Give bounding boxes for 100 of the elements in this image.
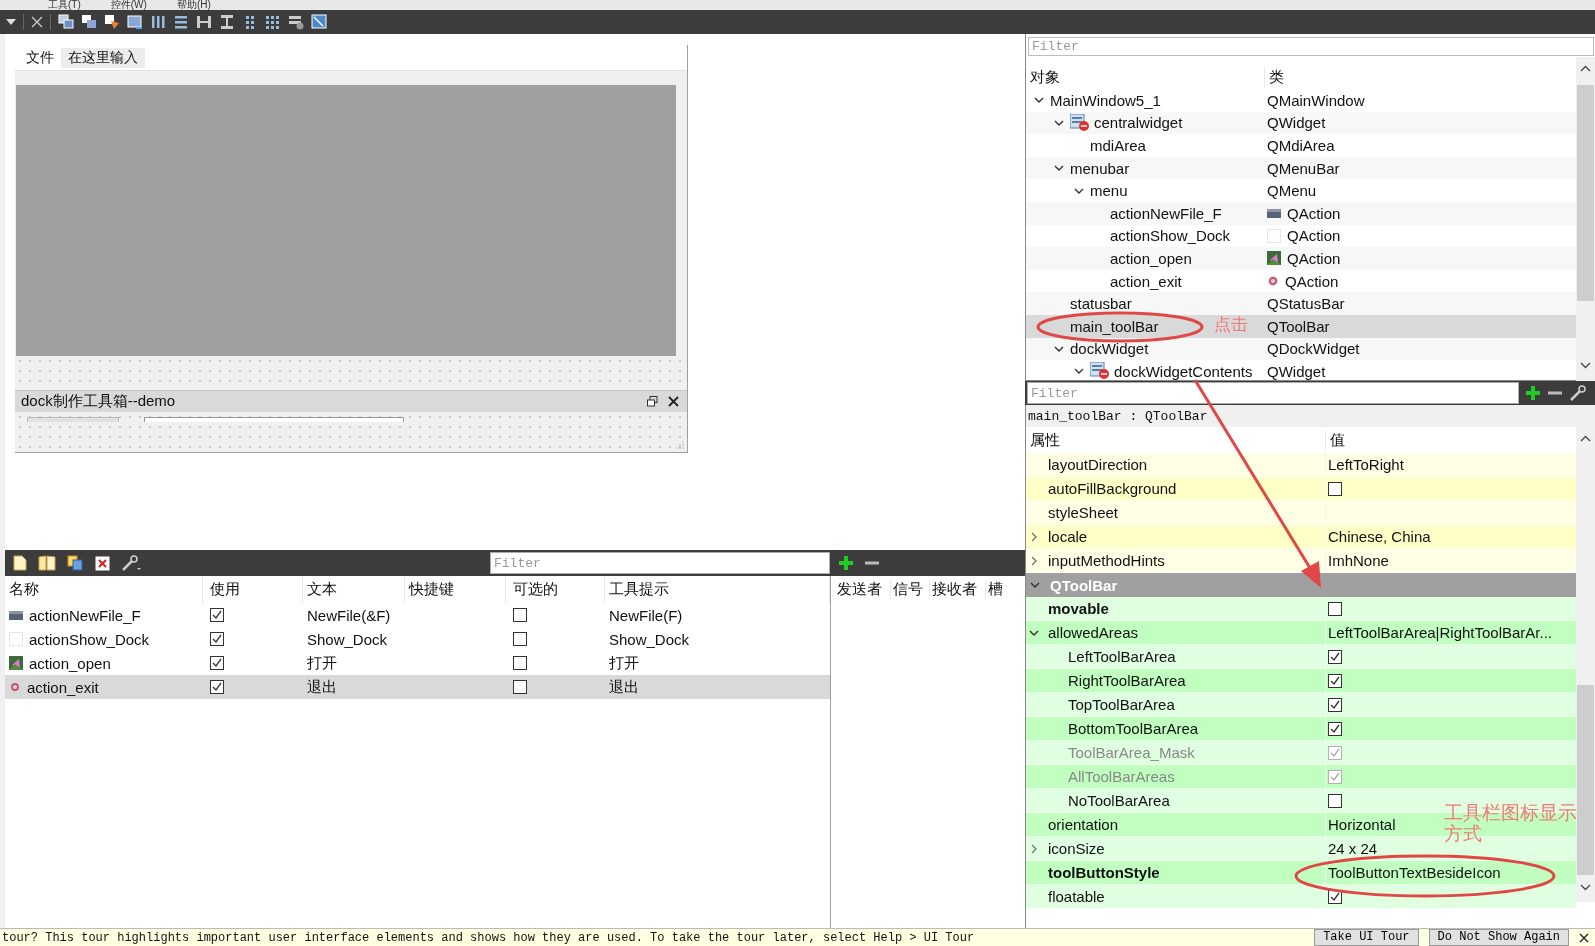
table-row[interactable]: actionShow_Dock Show_Dock Show_Dock (5, 627, 830, 651)
tree-row[interactable]: MainWindow5_1 QMainWindow (1026, 89, 1576, 112)
column-header[interactable]: 快捷键 (405, 576, 506, 603)
column-header[interactable]: 名称 (5, 576, 203, 603)
column-header[interactable]: 接收者 (930, 580, 986, 599)
filter-field[interactable]: Filter (1027, 382, 1519, 404)
property-value[interactable]: Horizontal (1328, 816, 1396, 833)
checkbox[interactable] (1328, 481, 1342, 496)
tree-row[interactable]: action_open QAction (1026, 247, 1576, 270)
wrench-icon[interactable] (121, 555, 141, 571)
tree-row[interactable]: menu QMenu (1026, 179, 1576, 202)
plus-icon[interactable] (838, 555, 854, 571)
property-value[interactable]: LeftToolBarArea|RightToolBarAr... (1328, 624, 1552, 641)
chevron-right-icon[interactable] (1029, 555, 1039, 566)
rows-icon[interactable] (173, 14, 189, 30)
tree-row[interactable]: mdiArea QMdiArea (1026, 134, 1576, 157)
column-header[interactable]: 可选的 (506, 576, 605, 603)
close-icon[interactable] (1579, 932, 1589, 943)
chevron-right-icon[interactable] (1029, 843, 1039, 854)
class-name: QWidget (1267, 362, 1326, 380)
table-cell: 退出 (609, 677, 639, 697)
new-page-icon[interactable] (13, 555, 27, 571)
windows-icon[interactable] (81, 14, 97, 30)
column-header[interactable]: 使用 (203, 576, 303, 603)
tree-row[interactable]: centralwidget QWidget (1026, 111, 1576, 135)
tree-row[interactable]: actionShow_Dock QAction (1026, 224, 1576, 248)
horizontal-splitter-icon[interactable] (196, 14, 212, 30)
table-cell: action_open (29, 654, 111, 672)
property-value[interactable]: ImhNone (1328, 552, 1389, 569)
column-header[interactable]: 槽 (986, 580, 1021, 599)
checkbox[interactable] (1328, 721, 1342, 736)
table-icon[interactable] (288, 14, 304, 30)
table-row[interactable]: action_open 打开 打开 (5, 651, 830, 675)
checkbox[interactable] (513, 608, 527, 622)
resize-grip-icon[interactable] (676, 441, 684, 449)
checkbox[interactable] (210, 680, 224, 694)
scrollbar[interactable] (1576, 427, 1595, 902)
scrollbar[interactable] (1576, 57, 1595, 381)
class-name: QMainWindow (1267, 91, 1365, 109)
column-header[interactable]: 发送者 (835, 580, 891, 599)
close-icon[interactable] (668, 396, 679, 407)
checkbox[interactable] (1328, 673, 1342, 688)
column-header[interactable]: 对象 (1026, 67, 1265, 87)
menu-item[interactable]: 控件(W) (110, 0, 147, 10)
vertical-splitter-icon[interactable] (219, 14, 235, 30)
tree-row[interactable]: dockWidgetContents QWidget (1026, 360, 1576, 380)
resize-window-icon[interactable] (311, 14, 327, 30)
copy-icon[interactable] (67, 555, 84, 571)
tree-row[interactable]: actionNewFile_F QAction (1026, 201, 1576, 225)
table-row[interactable]: actionNewFile_F NewFile(&F) NewFile(F) (5, 603, 830, 627)
numbered-window-icon[interactable] (127, 14, 143, 30)
checkbox[interactable] (1328, 649, 1342, 664)
plus-icon[interactable] (1525, 385, 1541, 401)
wrench-icon[interactable] (1569, 385, 1587, 401)
column-header[interactable]: 工具提示 (605, 576, 830, 603)
tree-row[interactable]: menubar QMenuBar (1026, 156, 1576, 180)
tour-button[interactable]: Take UI Tour (1314, 929, 1419, 946)
checkbox[interactable] (1328, 601, 1342, 616)
column-header[interactable]: 信号 (891, 580, 930, 599)
checkbox[interactable] (513, 632, 527, 646)
power-icon (1267, 275, 1279, 288)
grid-icon[interactable] (265, 14, 281, 30)
delete-icon[interactable] (95, 555, 110, 571)
menu-item[interactable]: 工具(T) (48, 0, 81, 10)
status-message: tour? This tour highlights important user interface elements and shows how they are used. To take the tour later, select Help > UI Tour (2, 930, 975, 945)
menu-item[interactable]: 在这里输入 (61, 47, 145, 68)
column-header[interactable]: 文本 (303, 576, 405, 603)
checkbox[interactable] (513, 656, 527, 670)
class-name: QAction (1287, 249, 1341, 267)
chevron-right-icon[interactable] (1029, 531, 1039, 542)
dropdown-icon[interactable] (6, 19, 16, 25)
menu-item[interactable]: 帮助(H) (176, 0, 211, 10)
checkbox[interactable] (1328, 793, 1342, 808)
checkbox[interactable] (513, 680, 527, 694)
checkbox[interactable] (210, 656, 224, 670)
tour-button[interactable]: Do Not Show Again (1428, 929, 1569, 946)
columns-icon[interactable] (150, 14, 166, 30)
tag-icon[interactable] (104, 14, 120, 30)
table-row[interactable]: action_exit 退出 退出 (5, 675, 830, 699)
restore-icon[interactable] (647, 396, 658, 407)
menu-item[interactable]: 文件 (19, 47, 61, 68)
filter-field[interactable]: Filter (490, 552, 830, 574)
tree-item: menubar (1070, 159, 1130, 177)
property-value[interactable]: 24 x 24 (1328, 840, 1378, 857)
class-name: QStatusBar (1267, 295, 1345, 313)
property-value[interactable]: Chinese, China (1328, 528, 1431, 545)
windows-icon[interactable] (58, 14, 74, 30)
checkbox[interactable] (1328, 697, 1342, 712)
property-value[interactable]: LeftToRight (1328, 456, 1404, 473)
column-header[interactable]: 属性 (1026, 430, 1326, 450)
tree-row[interactable]: statusbar QStatusBar (1026, 292, 1576, 315)
filter-field[interactable]: Filter (1028, 37, 1594, 56)
column-header[interactable]: 类 (1265, 67, 1284, 87)
blank-icon (9, 632, 23, 646)
tree-row[interactable]: action_exit QAction (1026, 269, 1576, 293)
book-icon[interactable] (38, 555, 56, 571)
input-field[interactable] (144, 417, 404, 422)
checkbox[interactable] (210, 608, 224, 622)
checkbox[interactable] (210, 632, 224, 646)
column-header[interactable]: 值 (1326, 430, 1345, 450)
